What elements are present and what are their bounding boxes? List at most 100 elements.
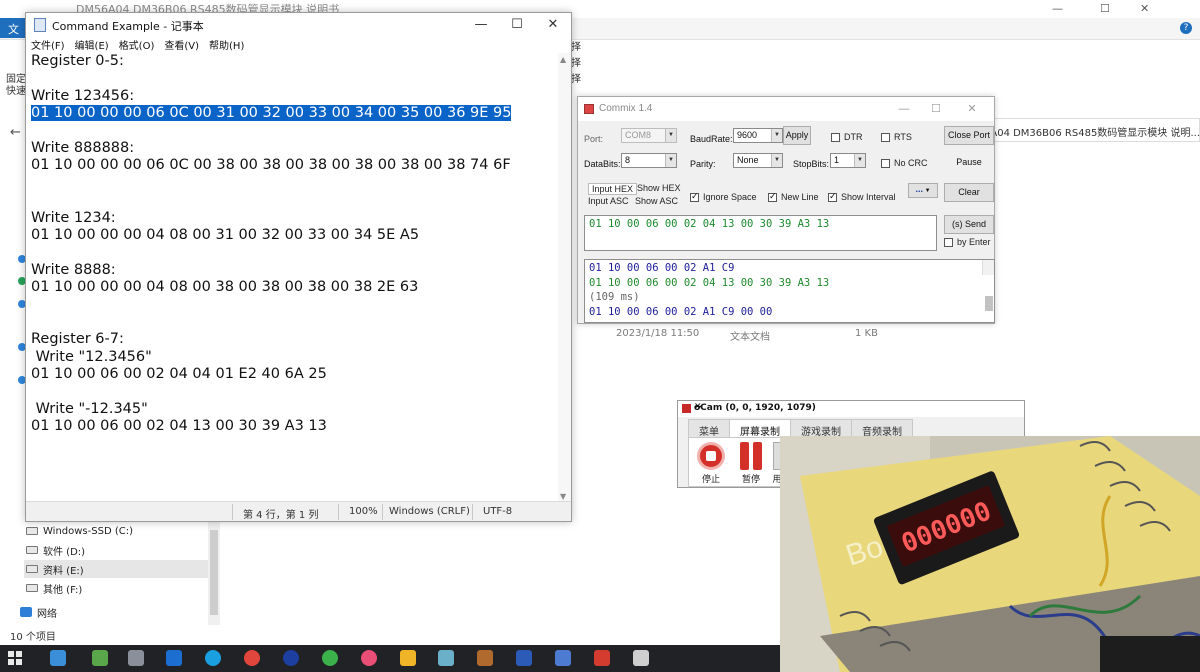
address-bar[interactable]: 6A04 DM36B06 RS485数码管显示模块 说明... [980, 118, 1200, 142]
parity-select[interactable]: None ▼ [733, 153, 783, 168]
close-button[interactable]: ✕ [535, 13, 571, 37]
receive-log[interactable]: 01 10 00 06 00 02 A1 C9 01 10 00 06 00 02… [584, 259, 995, 323]
clear-button[interactable]: Clear [944, 183, 994, 202]
apply-button[interactable]: Apply [783, 126, 811, 145]
app-icon[interactable] [322, 650, 338, 666]
sidebar-item-drive-f[interactable]: 其他 (F:) [24, 579, 208, 597]
word-icon[interactable] [516, 650, 532, 666]
chevron-down-icon: ▼ [665, 129, 676, 142]
text-line[interactable]: Register 0-5: [31, 53, 560, 70]
scrollbar-thumb[interactable] [985, 296, 993, 311]
scrollbar-thumb[interactable] [210, 530, 218, 615]
dtr-checkbox[interactable]: DTR [831, 132, 863, 142]
text-line[interactable]: 01 10 00 00 00 06 0C 00 31 00 32 00 33 0… [31, 105, 560, 122]
port-select[interactable]: COM8 ▼ [621, 128, 677, 143]
pause-button[interactable]: 暂停 [733, 442, 769, 485]
app-icon[interactable] [166, 650, 182, 666]
close-port-button[interactable]: Close Port [944, 126, 994, 145]
menu-format[interactable]: 格式(O) [119, 37, 155, 53]
notepad-taskbar-icon[interactable] [438, 650, 454, 666]
input-hex-toggle[interactable]: Input HEX [588, 183, 638, 195]
close-icon[interactable]: ✕ [1140, 2, 1149, 15]
text-line[interactable]: Write 123456: [31, 88, 560, 105]
ignore-space-checkbox[interactable]: Ignore Space [690, 191, 757, 202]
text-line[interactable]: Write "-12.345" [31, 401, 560, 418]
text-line[interactable]: 01 10 00 06 00 02 04 13 00 30 39 A3 13 [31, 418, 560, 435]
menu-edit[interactable]: 编辑(E) [75, 37, 109, 53]
minimize-button[interactable]: — [463, 13, 499, 37]
rts-checkbox[interactable]: RTS [881, 132, 912, 142]
help-icon[interactable]: ? [1180, 22, 1192, 34]
text-line[interactable]: Write 1234: [31, 210, 560, 227]
chrome-icon[interactable] [244, 650, 260, 666]
selected-text[interactable]: 01 10 00 00 00 06 0C 00 31 00 32 00 33 0… [31, 105, 512, 122]
send-by-enter-checkbox[interactable]: by Enter [944, 237, 991, 247]
commix-taskbar-icon[interactable] [633, 650, 649, 666]
back-arrow-icon[interactable]: ← [10, 125, 21, 140]
show-asc-toggle[interactable]: Show ASC [635, 196, 678, 206]
new-line-checkbox[interactable]: New Line [768, 191, 819, 202]
text-line[interactable]: Register 6-7: [31, 331, 560, 348]
show-hex-toggle[interactable]: Show HEX [637, 183, 681, 193]
app-icon[interactable] [555, 650, 571, 666]
app-icon[interactable] [594, 650, 610, 666]
maximize-button[interactable]: ☐ [918, 97, 954, 121]
scroll-up-icon[interactable]: ▲ [560, 55, 566, 64]
notepad-vertical-scrollbar[interactable]: ▲ ▼ [558, 53, 571, 503]
no-crc-checkbox[interactable]: No CRC [881, 158, 928, 168]
text-line[interactable] [31, 383, 560, 400]
text-line[interactable] [31, 244, 560, 261]
send-button[interactable]: (s) Send [944, 215, 994, 234]
text-line[interactable]: Write 8888: [31, 262, 560, 279]
sidebar-item-drive-c[interactable]: Windows-SSD (C:) [24, 522, 208, 540]
browser-icon[interactable] [283, 650, 299, 666]
show-interval-checkbox[interactable]: Show Interval [828, 191, 896, 202]
pause-button[interactable]: Pause [944, 153, 994, 172]
text-line[interactable] [31, 123, 560, 140]
sidebar-item-drive-d[interactable]: 软件 (D:) [24, 541, 208, 559]
text-line[interactable]: Write 888888: [31, 140, 560, 157]
app-icon[interactable] [477, 650, 493, 666]
send-input[interactable]: 01 10 00 06 00 02 04 13 00 30 39 A3 13 [584, 215, 937, 251]
sidebar-item-drive-e[interactable]: 资料 (E:) [24, 560, 208, 578]
tab-menu[interactable]: 菜单 [688, 419, 730, 438]
text-line[interactable] [31, 296, 560, 313]
close-button[interactable]: ✕ [954, 97, 990, 121]
maximize-button[interactable]: ☐ [499, 13, 535, 37]
start-button[interactable] [8, 651, 22, 665]
minimize-icon[interactable]: — [1052, 2, 1063, 15]
databits-select[interactable]: 8 ▼ [621, 153, 677, 168]
text-line[interactable] [31, 70, 560, 87]
receive-log-scrollbar[interactable] [982, 260, 994, 311]
menu-file[interactable]: 文件(F) [31, 37, 65, 53]
maximize-icon[interactable]: ☐ [1100, 2, 1110, 15]
notepad-text-area[interactable]: Register 0-5: Write 123456: 01 10 00 00 00… [26, 53, 560, 503]
folder-icon[interactable] [400, 650, 416, 666]
app-icon[interactable] [92, 650, 108, 666]
sidebar-scrollbar[interactable] [208, 520, 220, 625]
app-icon[interactable] [50, 650, 66, 666]
sidebar-item-network[interactable]: 网络 [18, 603, 202, 621]
menu-help[interactable]: 帮助(H) [209, 37, 244, 53]
app-icon[interactable] [361, 650, 377, 666]
text-line[interactable]: 01 10 00 00 00 04 08 00 38 00 38 00 38 0… [31, 279, 560, 296]
text-line[interactable] [31, 192, 560, 209]
text-line[interactable]: 01 10 00 00 00 04 08 00 31 00 32 00 33 0… [31, 227, 560, 244]
stop-button[interactable]: 停止 [693, 442, 729, 485]
text-line[interactable]: 01 10 00 00 00 06 0C 00 38 00 38 00 38 0… [31, 157, 560, 174]
menu-view[interactable]: 查看(V) [164, 37, 199, 53]
input-asc-toggle[interactable]: Input ASC [588, 196, 629, 206]
baudrate-select[interactable]: 9600 ▼ [733, 128, 783, 143]
scroll-down-icon[interactable]: ▼ [560, 492, 566, 501]
more-options-button[interactable]: ... ▼ [908, 183, 938, 198]
text-line[interactable]: Write "12.3456" [31, 349, 560, 366]
text-line[interactable] [31, 175, 560, 192]
minimize-button[interactable]: — [886, 97, 922, 121]
text-line[interactable]: 01 10 00 06 00 02 04 04 01 E2 40 6A 25 [31, 366, 560, 383]
ribbon-file-tab[interactable]: 文件 [0, 18, 26, 52]
camera-icon[interactable] [128, 650, 144, 666]
edge-icon[interactable] [205, 650, 221, 666]
close-icon[interactable]: ✕ [694, 402, 1019, 412]
text-line[interactable] [31, 314, 560, 331]
stopbits-select[interactable]: 1 ▼ [830, 153, 866, 168]
